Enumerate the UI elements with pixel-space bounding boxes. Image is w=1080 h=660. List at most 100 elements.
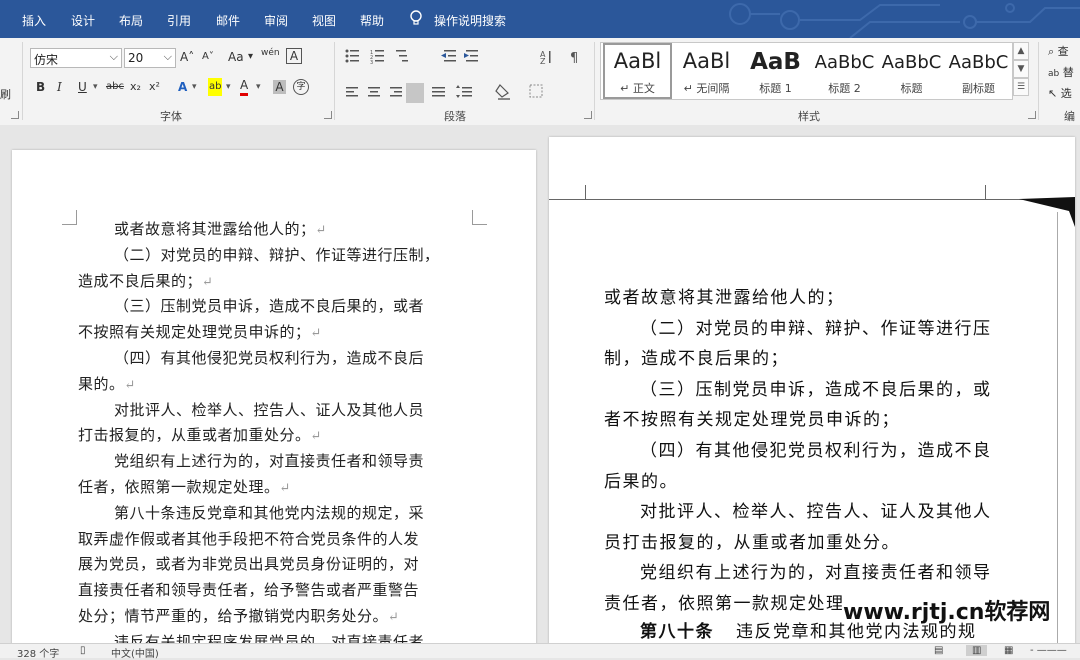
document-line[interactable]: 直接责任者和领导责任者，给予警告或者严重警告: [78, 579, 478, 605]
font-color-button[interactable]: A: [240, 78, 249, 96]
document-line[interactable]: （三）压制党员申诉，造成不良后果的，或者: [78, 295, 514, 321]
style-normal[interactable]: AaBl ↵ 正文: [603, 43, 672, 99]
bold-button[interactable]: B: [36, 78, 45, 96]
document-line[interactable]: 违反有关规定程序发展党员的，对直接责任者: [78, 631, 514, 643]
document-line[interactable]: 第八十条违反党章和其他党内法规的规定，采: [78, 502, 514, 528]
italic-button[interactable]: I: [57, 78, 62, 96]
crop-mark: [62, 210, 77, 225]
select-button[interactable]: ↖ 选: [1048, 85, 1072, 101]
tell-me-search[interactable]: 操作说明搜索: [434, 12, 506, 29]
status-bar: 328 个字 ▯ 中文(中国) ▤ ▥ ▦ - ———: [0, 643, 1080, 660]
text-effects-button[interactable]: A: [178, 78, 187, 96]
document-line[interactable]: 打击报复的，从重或者加重处分。↵: [78, 424, 478, 450]
document-line[interactable]: 取弄虚作假或者其他手段把不符合党员条件的人发: [78, 528, 478, 554]
divider: [22, 42, 23, 120]
print-layout-icon[interactable]: ▥: [966, 645, 988, 656]
tab-layout[interactable]: 布局: [119, 12, 143, 29]
paragraph-mark-icon: ↵: [310, 429, 322, 445]
document-line[interactable]: 造成不良后果的；↵: [78, 270, 478, 296]
shrink-font-button[interactable]: A˅: [202, 48, 214, 66]
find-button[interactable]: ⌕ 查: [1048, 43, 1069, 59]
highlight-button[interactable]: ab: [208, 78, 223, 96]
document-line[interactable]: （二）对党员的申辩、辩护、作证等进行压制，: [78, 244, 514, 270]
character-shading-button[interactable]: A: [273, 80, 286, 94]
document-line[interactable]: 党组织有上述行为的，对直接责任者和领导责: [78, 450, 514, 476]
paragraph-mark-icon: ↵: [315, 223, 327, 238]
paragraph-controls-icon[interactable]: 123 AZ ¶: [344, 47, 594, 107]
tab-review[interactable]: 审阅: [264, 12, 288, 29]
chevron-down-icon[interactable]: ▾: [256, 78, 261, 96]
line-text: （二）对党员的申辩、辩护、作证等进行压制，: [114, 245, 440, 264]
style-heading-2[interactable]: AaBbC 标题 2: [810, 43, 879, 99]
chevron-down-icon[interactable]: ▾: [93, 78, 98, 96]
document-line[interactable]: 对批评人、检举人、控告人、证人及其他人员: [78, 399, 514, 425]
document-line[interactable]: （四）有其他侵犯党员权利行为，造成不良后: [78, 347, 514, 373]
chevron-down-icon[interactable]: ▾: [192, 78, 197, 96]
scanned-line: 者不按照有关规定处理党员申诉的；: [604, 410, 900, 430]
word-count[interactable]: 328 个字: [17, 645, 59, 660]
phonetic-guide-button[interactable]: wén: [261, 44, 280, 62]
ribbon-tab-bar: 插入 设计 布局 引用 邮件 审阅 视图 帮助 操作说明搜索: [0, 0, 1080, 38]
document-line[interactable]: 任者，依照第一款规定处理。↵: [78, 476, 478, 502]
font-size-value: 20: [128, 51, 144, 65]
font-name-combo[interactable]: 仿宋 ⌵: [30, 48, 122, 68]
scanned-line: 对批评人、检举人、控告人、证人及其他人: [640, 502, 992, 522]
strikethrough-button[interactable]: abc: [106, 78, 124, 96]
superscript-button[interactable]: x²: [149, 78, 160, 96]
lightbulb-icon[interactable]: [408, 9, 424, 27]
style-name: 标题: [900, 82, 923, 95]
font-size-combo[interactable]: 20 ⌵: [124, 48, 176, 68]
style-name: ↵ 无间隔: [683, 82, 730, 95]
read-mode-icon[interactable]: ▤: [934, 645, 943, 656]
font-name-value: 仿宋: [34, 53, 59, 67]
document-line[interactable]: 果的。↵: [78, 373, 478, 399]
circuit-decoration: [729, 3, 1080, 38]
paragraph-launcher-icon[interactable]: [584, 111, 592, 119]
zoom-slider[interactable]: - ———: [1030, 645, 1067, 656]
gallery-more-icon[interactable]: ☰: [1013, 78, 1029, 96]
tab-insert[interactable]: 插入: [22, 12, 46, 29]
article-label: 第八十条: [640, 622, 714, 641]
line-text: 对批评人、检举人、控告人、证人及其他人员: [114, 400, 425, 419]
line-text: 取弄虚作假或者其他手段把不符合党员条件的人发: [78, 529, 420, 548]
tab-design[interactable]: 设计: [71, 12, 95, 29]
font-launcher-icon[interactable]: [324, 111, 332, 119]
document-page[interactable]: 或者故意将其泄露给他人的；↵ （二）对党员的申辩、辩护、作证等进行压制， 造成不良后…: [12, 150, 536, 643]
web-layout-icon[interactable]: ▦: [1004, 645, 1013, 656]
chevron-down-icon[interactable]: ▾: [248, 48, 253, 66]
underline-button[interactable]: U: [78, 78, 87, 96]
chevron-down-icon[interactable]: ▼: [1013, 60, 1029, 78]
styles-launcher-icon[interactable]: [1028, 111, 1036, 119]
document-line[interactable]: 展为党员，或者为非党员出具党员身份证明的，对: [78, 553, 478, 579]
tab-view[interactable]: 视图: [312, 12, 336, 29]
scanned-page-image: 或者故意将其泄露给他人的； （二）对党员的申辩、辩护、作证等进行压 制，造成不良后果…: [549, 137, 1075, 643]
gallery-scroll[interactable]: ▲ ▼ ☰: [1013, 42, 1029, 98]
line-text: 果的。: [78, 374, 125, 393]
style-name: 标题 1: [759, 82, 792, 95]
grow-font-button[interactable]: A˄: [180, 48, 194, 66]
style-heading-1[interactable]: AaB 标题 1: [741, 43, 810, 99]
style-title[interactable]: AaBbC 标题: [877, 43, 946, 99]
styles-gallery[interactable]: AaBl ↵ 正文 AaBl ↵ 无间隔 AaB 标题 1 AaBbC 标题 2…: [600, 42, 1013, 100]
scanned-line: （三）压制党员申诉，造成不良后果的，或: [640, 379, 992, 399]
document-line[interactable]: 处分；情节严重的，给予撤销党内职务处分。↵: [78, 605, 478, 631]
change-case-button[interactable]: Aa: [228, 48, 244, 66]
chevron-down-icon[interactable]: ▾: [226, 78, 231, 96]
tab-references[interactable]: 引用: [167, 12, 191, 29]
enclose-characters-button[interactable]: 字: [293, 79, 309, 95]
document-line[interactable]: 或者故意将其泄露给他人的；↵: [78, 218, 514, 244]
style-no-spacing[interactable]: AaBl ↵ 无间隔: [672, 43, 741, 99]
replace-button[interactable]: ab 替: [1048, 64, 1074, 80]
scanned-line: 后果的。: [604, 471, 678, 491]
proofing-icon[interactable]: ▯: [80, 645, 86, 656]
clipboard-launcher-icon[interactable]: [11, 111, 19, 119]
language-indicator[interactable]: 中文(中国): [111, 645, 159, 660]
chevron-up-icon[interactable]: ▲: [1013, 42, 1029, 60]
tab-mailings[interactable]: 邮件: [216, 12, 240, 29]
style-subtitle[interactable]: AaBbC 副标题: [944, 43, 1013, 99]
document-line[interactable]: 不按照有关规定处理党员申诉的；↵: [78, 321, 478, 347]
subscript-button[interactable]: x₂: [130, 78, 141, 96]
tab-help[interactable]: 帮助: [360, 12, 384, 29]
paragraph-mark-icon: ↵: [310, 326, 322, 342]
character-border-button[interactable]: A: [286, 48, 302, 64]
